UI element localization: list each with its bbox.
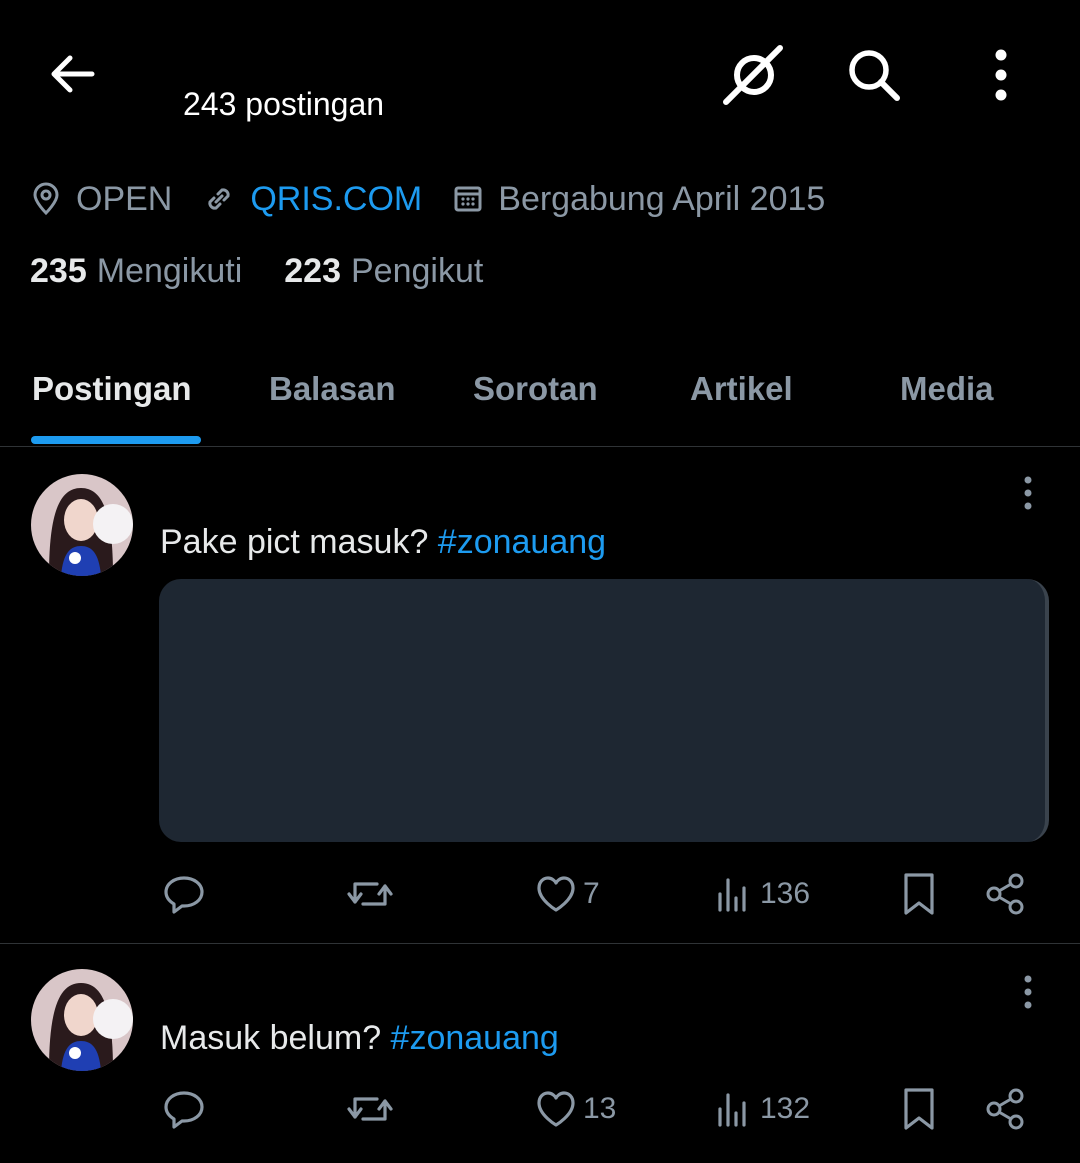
share-button[interactable] [984, 866, 1028, 922]
reply-icon [164, 1091, 204, 1129]
views-button[interactable]: 132 [714, 1081, 810, 1137]
location-item: OPEN [30, 180, 172, 219]
post-body: Masuk belum? [160, 1019, 391, 1057]
following-label: Mengikuti [96, 252, 243, 290]
reply-icon [164, 876, 204, 914]
views-chart-icon [718, 878, 746, 912]
view-count: 132 [760, 1092, 811, 1125]
reply-button[interactable] [162, 866, 206, 922]
active-tab-indicator [31, 436, 201, 444]
tab-balasan[interactable]: Balasan [269, 370, 396, 408]
repost-icon [347, 1097, 393, 1121]
followers-label: Pengikut [350, 252, 484, 290]
bookmark-button[interactable] [900, 866, 938, 922]
views-chart-icon [718, 1093, 746, 1127]
location-pin-icon [33, 182, 59, 216]
joined-text: Bergabung April 2015 [498, 179, 826, 218]
tab-media[interactable]: Media [900, 370, 994, 408]
tab-postingan[interactable]: Postingan [32, 370, 192, 408]
repost-button[interactable] [345, 1081, 395, 1137]
avatar[interactable] [31, 969, 133, 1071]
website-link[interactable]: QRIS.COM [250, 180, 422, 219]
post-item[interactable]: Pake pict masuk? #zonauang 7 136 [0, 448, 1080, 944]
post-item[interactable]: Masuk belum? #zonauang 13 132 [0, 945, 1080, 1163]
avatar-image [31, 969, 133, 1071]
joined-item: Bergabung April 2015 [452, 180, 825, 219]
post-text: Pake pict masuk? #zonauang [160, 523, 606, 562]
location-text: OPEN [76, 179, 173, 218]
grok-icon [723, 45, 783, 105]
more-vertical-icon [995, 49, 1007, 101]
share-icon [986, 1088, 1024, 1130]
grok-button[interactable] [718, 40, 788, 110]
share-button[interactable] [984, 1081, 1028, 1137]
post-actions: 13 132 [0, 1081, 1080, 1137]
search-icon [849, 50, 900, 101]
like-button[interactable]: 7 [535, 866, 600, 922]
arrow-left-icon [51, 55, 95, 93]
more-vertical-icon [1024, 476, 1032, 510]
like-count: 7 [583, 877, 600, 910]
follow-stats: 235 Mengikuti 223 Pengikut [30, 252, 525, 291]
profile-meta: OPEN QRIS.COM Bergabung April 2015 [30, 176, 855, 222]
tab-artikel[interactable]: Artikel [690, 370, 793, 408]
following-link[interactable]: 235 Mengikuti [30, 252, 242, 291]
more-options-button[interactable] [966, 40, 1036, 110]
calendar-icon [454, 186, 482, 212]
profile-tabs: Postingan Balasan Sorotan Artikel Media [0, 360, 1080, 447]
followers-count: 223 [284, 252, 341, 290]
like-count: 13 [583, 1092, 617, 1125]
top-bar: 243 postingan [0, 0, 1080, 150]
followers-link[interactable]: 223 Pengikut [284, 252, 483, 291]
heart-icon [537, 876, 575, 912]
tab-sorotan[interactable]: Sorotan [473, 370, 598, 408]
share-icon [986, 873, 1024, 915]
avatar[interactable] [31, 474, 133, 576]
bookmark-icon [904, 873, 934, 915]
hashtag-link[interactable]: #zonauang [438, 523, 606, 561]
search-button[interactable] [838, 40, 908, 110]
website-item[interactable]: QRIS.COM [202, 180, 422, 219]
repost-icon [347, 882, 393, 906]
avatar-image [31, 474, 133, 576]
post-body: Pake pict masuk? [160, 523, 438, 561]
post-actions: 7 136 [0, 866, 1080, 922]
hashtag-link[interactable]: #zonauang [391, 1019, 559, 1057]
repost-button[interactable] [345, 866, 395, 922]
post-media[interactable] [159, 579, 1049, 842]
bookmark-icon [904, 1088, 934, 1130]
view-count: 136 [760, 877, 811, 910]
post-text: Masuk belum? #zonauang [160, 1019, 559, 1058]
post-more-button[interactable] [1008, 468, 1048, 518]
link-icon [208, 188, 230, 210]
following-count: 235 [30, 252, 87, 290]
post-more-button[interactable] [1008, 967, 1048, 1017]
reply-button[interactable] [162, 1081, 206, 1137]
back-button[interactable] [40, 44, 104, 104]
bookmark-button[interactable] [900, 1081, 938, 1137]
post-count: 243 postingan [183, 86, 385, 122]
heart-icon [537, 1091, 575, 1127]
like-button[interactable]: 13 [535, 1081, 616, 1137]
views-button[interactable]: 136 [714, 866, 810, 922]
more-vertical-icon [1024, 975, 1032, 1009]
